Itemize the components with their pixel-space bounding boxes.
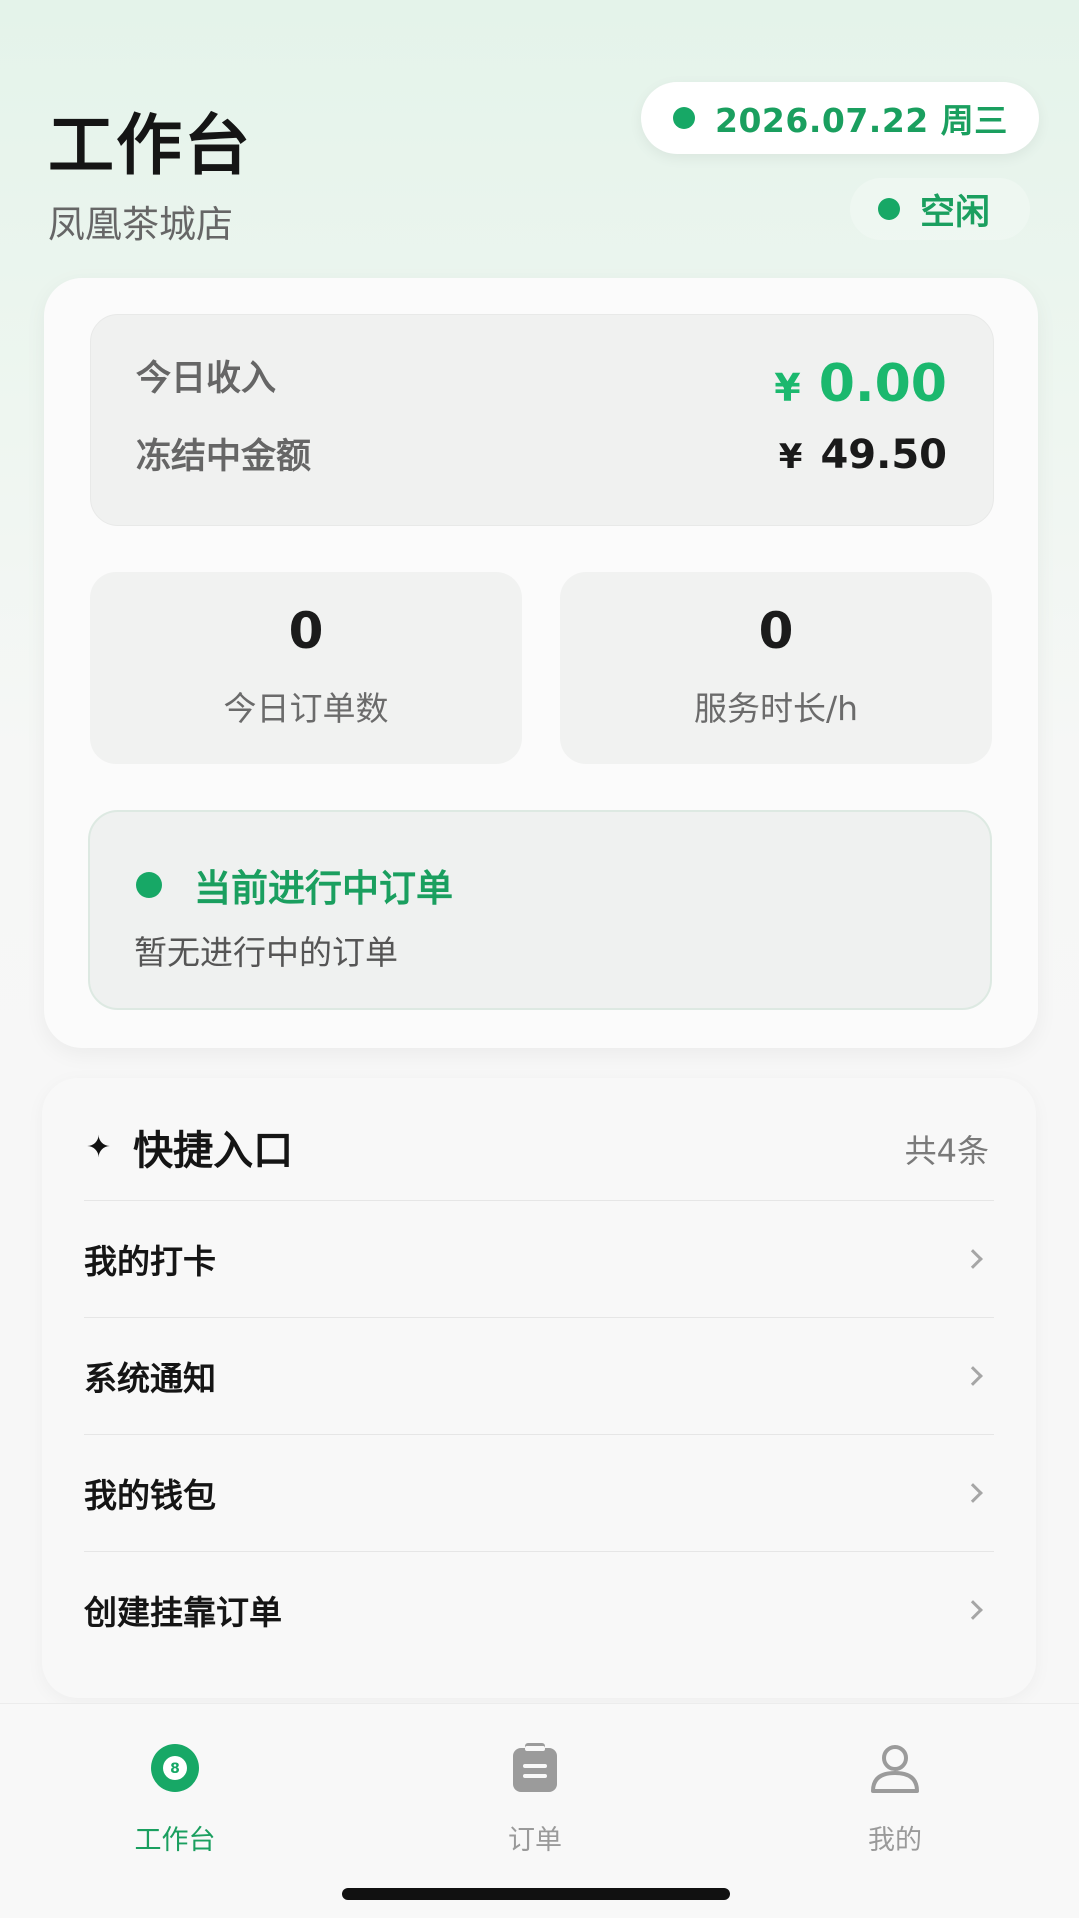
store-name: 凤凰茶城店 bbox=[48, 203, 233, 246]
tab-workbench[interactable]: 8 工作台 bbox=[55, 1740, 295, 1857]
frozen-amount-label: 冻结中金额 bbox=[136, 437, 312, 477]
chevron-right-icon bbox=[963, 1600, 983, 1620]
menu-item-label: 我的钱包 bbox=[84, 1476, 216, 1515]
date-badge: 2026.07.22 周三 bbox=[641, 82, 1039, 154]
tab-label: 我的 bbox=[868, 1825, 922, 1856]
stat-label: 今日订单数 bbox=[223, 689, 389, 728]
menu-item-label: 创建挂靠订单 bbox=[84, 1593, 282, 1632]
menu-item-notifications[interactable]: 系统通知 bbox=[84, 1317, 994, 1434]
menu-item-label: 我的打卡 bbox=[84, 1242, 216, 1281]
current-order-title: 当前进行中订单 bbox=[194, 867, 453, 910]
currency-symbol: ¥ bbox=[778, 437, 803, 477]
tab-label: 工作台 bbox=[134, 1825, 216, 1856]
chevron-right-icon bbox=[963, 1483, 983, 1503]
work-status-badge[interactable]: 空闲 bbox=[850, 178, 1030, 240]
status-dot-icon bbox=[673, 107, 695, 129]
current-order-header: 当前进行中订单 bbox=[136, 858, 453, 912]
today-income-label: 今日收入 bbox=[136, 359, 277, 399]
page-title: 工作台 bbox=[48, 107, 252, 184]
menu-item-wallet[interactable]: 我的钱包 bbox=[84, 1434, 994, 1551]
sparkle-icon: ✦ bbox=[86, 1129, 112, 1165]
status-dot-icon bbox=[878, 198, 900, 220]
tab-profile[interactable]: 我的 bbox=[775, 1740, 1015, 1857]
stat-value: 0 bbox=[288, 602, 324, 660]
home-indicator bbox=[342, 1888, 730, 1900]
billiard-ball-icon: 8 bbox=[149, 1740, 201, 1796]
stat-value: 0 bbox=[758, 602, 794, 660]
date-text: 2026.07.22 周三 bbox=[715, 101, 1008, 140]
quick-entry-count: 共4条 bbox=[904, 1132, 989, 1170]
user-icon bbox=[868, 1740, 922, 1796]
tab-orders[interactable]: 订单 bbox=[415, 1740, 655, 1857]
quick-entry-title: 快捷入口 bbox=[133, 1128, 294, 1174]
stat-service-hours[interactable]: 0 服务时长/h bbox=[560, 572, 992, 764]
status-dot-icon bbox=[136, 872, 162, 898]
svg-text:8: 8 bbox=[170, 1761, 180, 1777]
currency-symbol: ¥ bbox=[774, 366, 801, 410]
frozen-amount-value: ¥49.50 bbox=[779, 432, 947, 478]
work-status-text: 空闲 bbox=[920, 192, 991, 233]
chevron-right-icon bbox=[963, 1366, 983, 1386]
menu-item-checkin[interactable]: 我的打卡 bbox=[84, 1200, 994, 1317]
menu-item-label: 系统通知 bbox=[84, 1359, 216, 1398]
stat-today-orders[interactable]: 0 今日订单数 bbox=[90, 572, 522, 764]
quick-entry-header: ✦ 快捷入口 bbox=[86, 1118, 293, 1176]
current-order-empty-text: 暂无进行中的订单 bbox=[134, 933, 398, 972]
clipboard-icon bbox=[509, 1740, 561, 1796]
today-income-amount: 0.00 bbox=[818, 354, 947, 414]
chevron-right-icon bbox=[963, 1249, 983, 1269]
income-panel bbox=[90, 314, 994, 526]
stat-label: 服务时长/h bbox=[693, 689, 859, 728]
menu-item-create-affiliated-order[interactable]: 创建挂靠订单 bbox=[84, 1551, 994, 1668]
tab-label: 订单 bbox=[508, 1825, 562, 1856]
today-income-value: ¥0.00 bbox=[774, 354, 947, 414]
frozen-amount: 49.50 bbox=[820, 432, 947, 478]
